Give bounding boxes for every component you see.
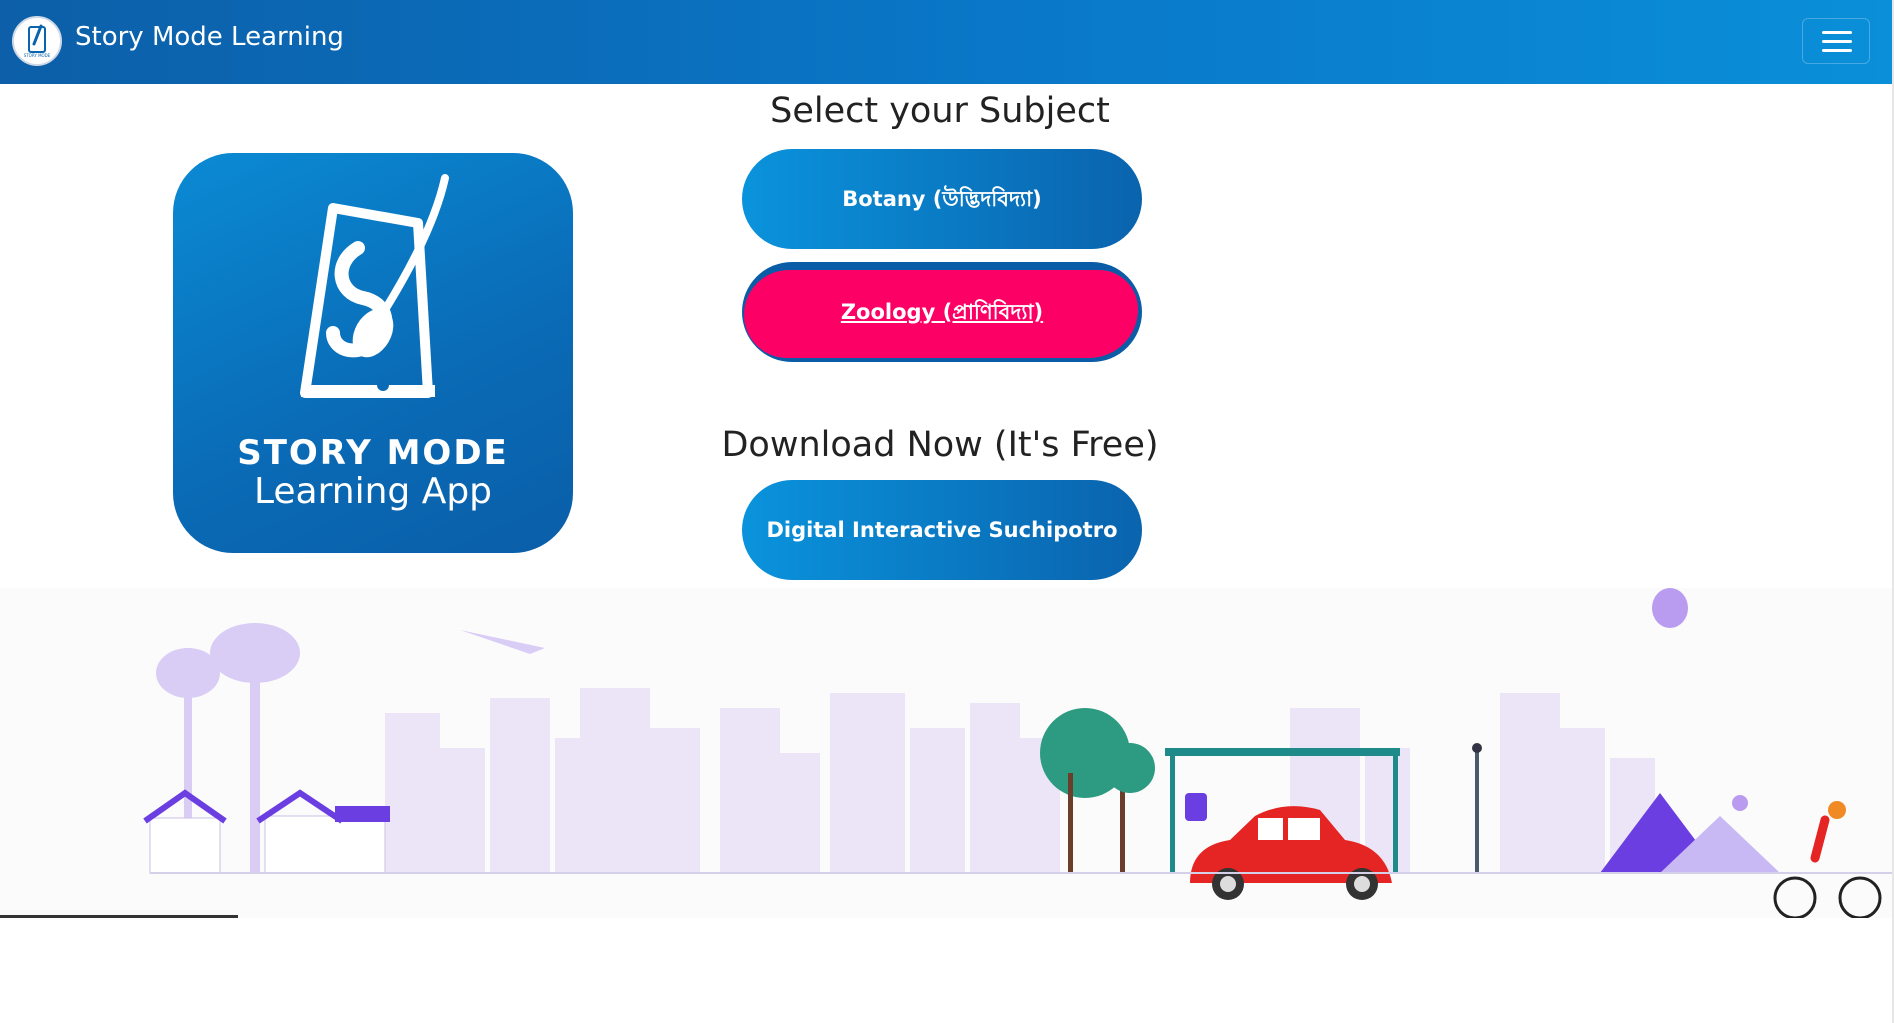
botany-button[interactable]: Botany (উদ্ভিদবিদ্যা) [742,149,1142,249]
bottom-divider [0,915,238,918]
skyline-buildings [385,688,1655,873]
download-button-label: Digital Interactive Suchipotro [766,518,1118,542]
svg-text:STORY MODE: STORY MODE [24,53,51,58]
app-logo-icon[interactable]: STORY MODE [12,16,62,66]
red-car [1190,806,1392,900]
city-illustration [0,588,1892,918]
botany-label: Botany (উদ্ভিদবিদ্যা) [842,187,1042,211]
download-heading: Download Now (It's Free) [721,425,1159,465]
houses [143,789,390,874]
card-title-learning-app: Learning App [253,471,493,512]
subject-heading: Select your Subject [770,91,1110,131]
cyclist [1773,801,1882,918]
top-navbar: STORY MODE Story Mode Learning [0,0,1892,84]
download-suchipotro-button[interactable]: Digital Interactive Suchipotro [742,480,1142,580]
hamburger-menu-icon[interactable] [1802,18,1870,64]
card-title-story-mode: STORY MODE [237,433,509,473]
brand-title[interactable]: Story Mode Learning [75,22,344,52]
zoology-button[interactable]: Zoology (প্রাণিবিদ্যা) [742,262,1142,362]
app-promo-card: STORY MODE Learning App [173,153,573,553]
zoology-label: Zoology (প্রাণিবিদ্যা) [840,300,1044,324]
